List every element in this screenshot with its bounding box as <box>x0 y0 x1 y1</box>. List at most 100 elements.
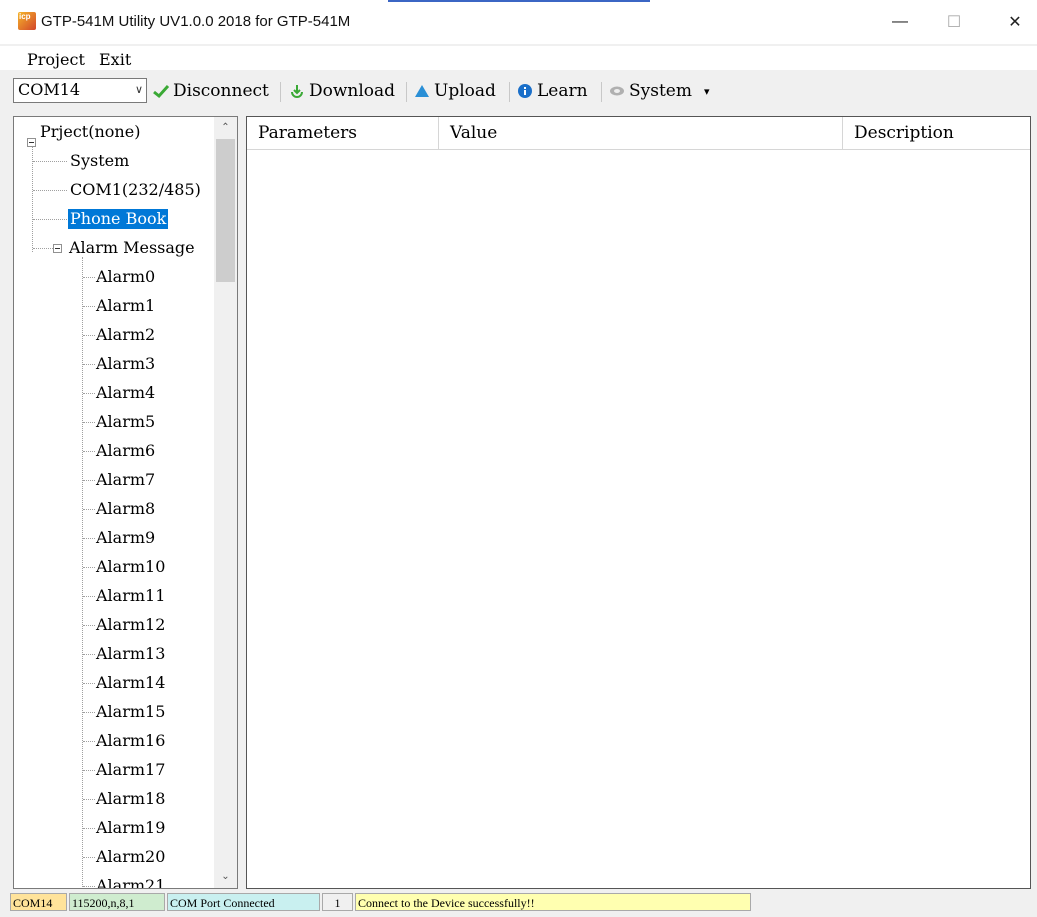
status-port: COM14 <box>10 893 67 911</box>
learn-button[interactable]: Learn <box>517 81 588 101</box>
tree-line <box>33 248 53 249</box>
collapse-icon[interactable] <box>53 244 62 253</box>
app-logo-icon: icp <box>18 12 36 30</box>
checkmark-icon <box>153 84 169 99</box>
tree-item-com1[interactable]: COM1(232/485) <box>70 180 201 200</box>
upload-button[interactable]: Upload <box>414 81 496 101</box>
close-button[interactable]: ✕ <box>992 0 1037 44</box>
tree-root[interactable]: Prject(none) <box>40 122 140 142</box>
tree-line <box>83 799 95 800</box>
toolbar-separator <box>280 82 281 102</box>
disconnect-label: Disconnect <box>173 81 269 101</box>
system-button[interactable]: System ▾ <box>609 81 710 101</box>
accent-line <box>388 0 650 2</box>
tree-item-alarm[interactable]: Alarm15 <box>96 702 165 722</box>
gear-icon <box>610 86 624 96</box>
chevron-down-icon[interactable]: ∨ <box>135 83 143 96</box>
tree-line <box>83 857 95 858</box>
tree-item-alarm[interactable]: Alarm13 <box>96 644 165 664</box>
tree-item-alarm[interactable]: Alarm8 <box>96 499 155 519</box>
toolbar-separator <box>509 82 510 102</box>
tree-line <box>83 480 95 481</box>
tree-line <box>33 219 67 220</box>
tree-item-alarm[interactable]: Alarm9 <box>96 528 155 548</box>
tree-item-alarm[interactable]: Alarm4 <box>96 383 155 403</box>
tree-item-alarm[interactable]: Alarm6 <box>96 441 155 461</box>
column-parameters[interactable]: Parameters <box>247 117 439 149</box>
download-button[interactable]: Download <box>289 81 395 101</box>
tree-item-alarm[interactable]: Alarm12 <box>96 615 165 635</box>
maximize-button[interactable]: ☐ <box>931 0 977 44</box>
tree-item-alarm-message[interactable]: Alarm Message <box>69 238 195 258</box>
tree-line <box>83 741 95 742</box>
com-port-select[interactable]: COM14 ∨ <box>13 78 147 103</box>
download-icon <box>291 85 303 98</box>
tree-line <box>83 683 95 684</box>
tree-item-alarm[interactable]: Alarm10 <box>96 557 165 577</box>
status-message: Connect to the Device successfully!! <box>355 893 751 911</box>
tree-item-alarm[interactable]: Alarm11 <box>96 586 165 606</box>
tree-line <box>83 306 95 307</box>
disconnect-button[interactable]: Disconnect <box>153 81 269 101</box>
learn-label: Learn <box>537 81 588 101</box>
tree-line <box>83 770 95 771</box>
tree-line <box>83 277 95 278</box>
tree-line <box>32 147 33 252</box>
status-count: 1 <box>322 893 353 911</box>
download-label: Download <box>309 81 396 101</box>
grid-header: Parameters Value Description <box>247 117 1030 150</box>
tree-line <box>83 596 95 597</box>
tree-line <box>82 257 83 888</box>
tree-line <box>83 828 95 829</box>
scroll-down-icon[interactable]: ⌄ <box>214 866 237 886</box>
upload-icon <box>415 85 429 97</box>
tree-line <box>83 712 95 713</box>
tree-item-alarm[interactable]: Alarm18 <box>96 789 165 809</box>
tree-item-alarm[interactable]: Alarm16 <box>96 731 165 751</box>
tree-item-alarm[interactable]: Alarm19 <box>96 818 165 838</box>
tree-item-phone-book[interactable]: Phone Book <box>68 209 169 229</box>
project-tree[interactable]: Prject(none) System COM1(232/485) Phone … <box>13 116 238 889</box>
tree-line <box>83 538 95 539</box>
toolbar-separator <box>406 82 407 102</box>
tree-line <box>83 393 95 394</box>
tree-item-alarm[interactable]: Alarm20 <box>96 847 165 867</box>
com-port-value: COM14 <box>18 80 81 99</box>
tree-item-alarm[interactable]: Alarm2 <box>96 325 155 345</box>
tree-line <box>83 364 95 365</box>
menu-project[interactable]: Project <box>27 50 85 69</box>
info-icon <box>518 84 532 98</box>
status-settings: 115200,n,8,1 <box>69 893 165 911</box>
system-dropdown-icon[interactable]: ▾ <box>704 85 710 98</box>
column-description[interactable]: Description <box>843 117 1030 149</box>
tree-item-alarm[interactable]: Alarm0 <box>96 267 155 287</box>
tree-line <box>83 654 95 655</box>
column-value[interactable]: Value <box>439 117 843 149</box>
tree-item-alarm[interactable]: Alarm3 <box>96 354 155 374</box>
status-connection: COM Port Connected <box>167 893 320 911</box>
tree-line <box>83 625 95 626</box>
window-title: GTP-541M Utility UV1.0.0 2018 for GTP-54… <box>41 13 351 30</box>
collapse-icon[interactable] <box>27 138 36 147</box>
tree-line <box>83 335 95 336</box>
tree-item-alarm[interactable]: Alarm17 <box>96 760 165 780</box>
scroll-thumb[interactable] <box>216 139 235 282</box>
status-bar: COM14 115200,n,8,1 COM Port Connected 1 … <box>0 893 1037 917</box>
system-label: System <box>629 81 692 101</box>
tree-item-alarm[interactable]: Alarm21 <box>96 876 165 888</box>
minimize-button[interactable]: — <box>877 0 923 44</box>
tree-item-system[interactable]: System <box>70 151 129 171</box>
tree-item-alarm[interactable]: Alarm14 <box>96 673 165 693</box>
tree-line <box>83 422 95 423</box>
upload-label: Upload <box>434 81 496 101</box>
tree-item-alarm[interactable]: Alarm1 <box>96 296 155 316</box>
tree-item-alarm[interactable]: Alarm7 <box>96 470 155 490</box>
scroll-up-icon[interactable]: ⌃ <box>214 117 237 137</box>
parameters-grid[interactable]: Parameters Value Description <box>246 116 1031 889</box>
tree-line <box>83 509 95 510</box>
tree-line <box>33 161 67 162</box>
tree-item-alarm[interactable]: Alarm5 <box>96 412 155 432</box>
menu-exit[interactable]: Exit <box>99 50 131 69</box>
title-bar: icp GTP-541M Utility UV1.0.0 2018 for GT… <box>0 0 1037 44</box>
tree-line <box>33 190 67 191</box>
